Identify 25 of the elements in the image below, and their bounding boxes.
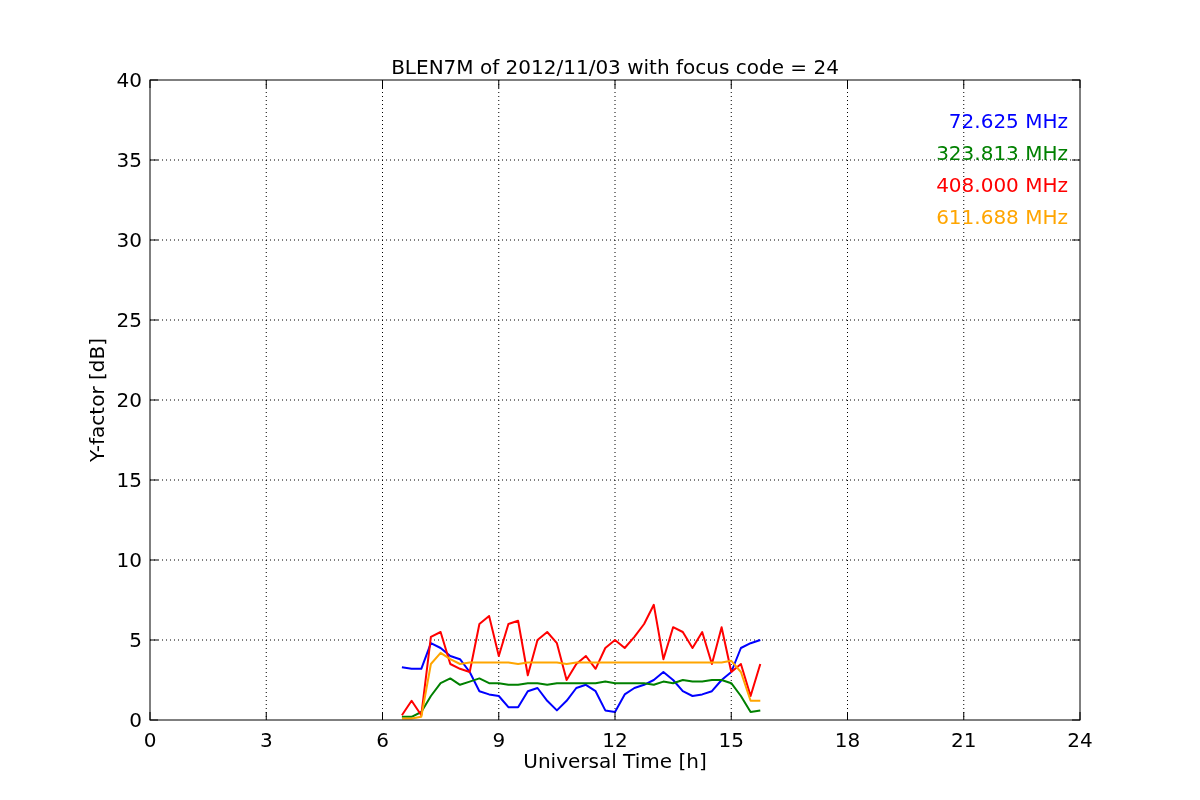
y-tick-label: 5 <box>129 628 142 652</box>
x-tick-label: 12 <box>602 728 628 752</box>
x-tick-label: 15 <box>718 728 744 752</box>
y-tick-label: 10 <box>116 548 142 572</box>
legend-label: 323.813 MHz <box>936 141 1068 165</box>
x-tick-label: 9 <box>492 728 506 752</box>
legend-label: 408.000 MHz <box>936 173 1068 197</box>
x-tick-label: 6 <box>376 728 389 752</box>
y-tick-label: 25 <box>116 308 142 332</box>
y-tick-label: 20 <box>116 388 142 412</box>
x-tick-label: 21 <box>951 728 977 752</box>
legend-label: 72.625 MHz <box>948 109 1068 133</box>
legend-label: 611.688 MHz <box>936 205 1068 229</box>
y-tick-label: 15 <box>116 468 142 492</box>
y-tick-label: 40 <box>116 68 142 92</box>
x-tick-label: 0 <box>143 728 157 752</box>
x-tick-label: 3 <box>259 728 273 752</box>
y-tick-label: 35 <box>116 148 142 172</box>
y-axis-label: Y-factor [dB] <box>85 338 109 462</box>
y-tick-label: 0 <box>129 708 142 732</box>
chart-title: BLEN7M of 2012/11/03 with focus code = 24 <box>391 55 839 79</box>
x-axis-label: Universal Time [h] <box>523 749 707 773</box>
y-tick-label: 30 <box>116 228 142 252</box>
x-tick-label: 24 <box>1067 728 1093 752</box>
x-tick-label: 18 <box>834 728 861 752</box>
